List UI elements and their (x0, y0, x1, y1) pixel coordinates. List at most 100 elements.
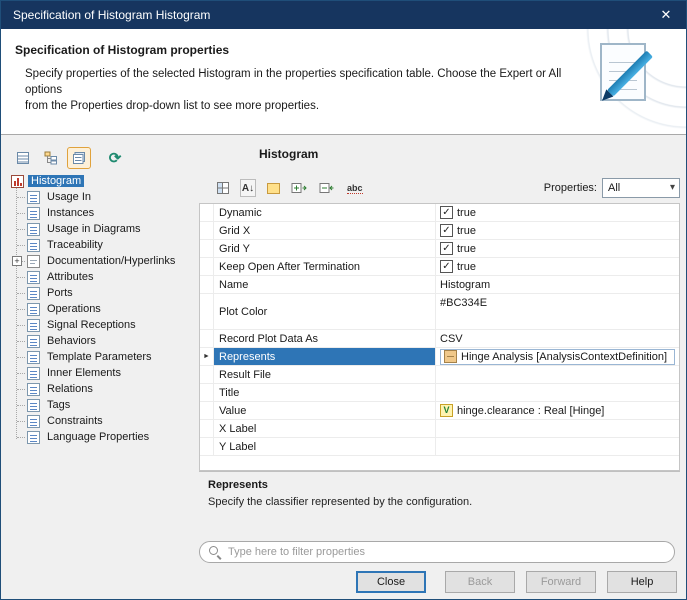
checkbox-icon[interactable]: ✓ (440, 224, 453, 237)
property-row-plot-color[interactable]: Plot Color#BC334E (200, 294, 679, 330)
property-row-y-label[interactable]: Y Label (200, 438, 679, 456)
help-button[interactable]: Help (607, 571, 677, 593)
property-name-label: Record Plot Data As (219, 333, 318, 345)
analysis-context-icon (444, 350, 457, 363)
property-value[interactable] (436, 438, 679, 455)
description-title: Represents (208, 479, 671, 491)
close-button[interactable]: Close (356, 571, 426, 593)
property-name: Dynamic (214, 204, 436, 221)
list-icon (27, 431, 40, 444)
tree-item-relations[interactable]: Relations (9, 381, 195, 397)
columns-view-icon[interactable] (11, 147, 35, 169)
tree-item-label: Usage in Diagrams (44, 223, 144, 235)
selected-row-marker-icon: ► (200, 348, 214, 365)
tree-item-instances[interactable]: Instances (9, 205, 195, 221)
tree-item-inner-elements[interactable]: Inner Elements (9, 365, 195, 381)
tree-view-icon[interactable] (39, 147, 63, 169)
property-name: Represents (214, 348, 436, 365)
tree-item-language-properties[interactable]: Language Properties (9, 429, 195, 445)
expand-nodes-icon[interactable] (290, 179, 309, 197)
specification-dialog: Specification of Histogram Histogram ✕ S… (0, 0, 687, 600)
property-value[interactable]: ✓true (436, 222, 679, 239)
tree-item-usage-in-diagrams[interactable]: Usage in Diagrams (9, 221, 195, 237)
description-panel: Represents Specify the classifier repres… (199, 471, 680, 533)
groups-view-icon[interactable] (67, 147, 91, 169)
property-value-text: CSV (440, 333, 463, 345)
property-value-text: true (457, 243, 476, 255)
forward-button: Forward (526, 571, 596, 593)
tree-item-behaviors[interactable]: Behaviors (9, 333, 195, 349)
property-row-result-file[interactable]: Result File (200, 366, 679, 384)
property-row-keep-open-after-termination[interactable]: Keep Open After Termination✓true (200, 258, 679, 276)
tree-item-documentation-hyperlinks[interactable]: +Documentation/Hyperlinks (9, 253, 195, 269)
property-value[interactable] (436, 366, 679, 383)
property-name-label: Title (219, 387, 239, 399)
filter-box[interactable] (199, 541, 675, 563)
tree-item-attributes[interactable]: Attributes (9, 269, 195, 285)
property-row-x-label[interactable]: X Label (200, 420, 679, 438)
tree-item-signal-receptions[interactable]: Signal Receptions (9, 317, 195, 333)
property-row-represents[interactable]: ►RepresentsHinge Analysis [AnalysisConte… (200, 348, 679, 366)
filter-input[interactable] (228, 546, 665, 558)
property-name-label: Grid Y (219, 243, 250, 255)
property-value[interactable]: Vhinge.clearance : Real [Hinge] (436, 402, 679, 419)
categorized-view-icon[interactable] (265, 179, 281, 197)
sort-alphabetically-icon[interactable]: A↓ (240, 179, 256, 197)
property-value[interactable]: #BC334E (436, 294, 679, 329)
list-icon (27, 367, 40, 380)
tree-item-operations[interactable]: Operations (9, 301, 195, 317)
property-value[interactable]: ✓ true (436, 240, 679, 257)
property-row-record-plot-data-as[interactable]: Record Plot Data As CSV (200, 330, 679, 348)
doc-icon (27, 255, 40, 268)
property-value[interactable]: Histogram (436, 276, 679, 293)
property-row-name[interactable]: NameHistogram (200, 276, 679, 294)
property-value[interactable]: Hinge Analysis [AnalysisContextDefinitio… (436, 348, 679, 365)
tree-item-histogram[interactable]: Histogram (9, 173, 195, 189)
collapse-nodes-icon[interactable] (318, 179, 337, 197)
tree-item-template-parameters[interactable]: Template Parameters (9, 349, 195, 365)
property-value[interactable]: ✓true (436, 258, 679, 275)
checkbox-icon[interactable]: ✓ (440, 242, 453, 255)
name-value-columns-icon[interactable] (215, 179, 231, 197)
property-name-label: Y Label (219, 441, 256, 453)
property-value[interactable]: ✓true (436, 204, 679, 221)
chevron-down-icon: ▾ (670, 182, 675, 193)
property-row-grid-x[interactable]: Grid X ✓true (200, 222, 679, 240)
list-icon (27, 239, 40, 252)
list-icon (27, 303, 40, 316)
row-marker (200, 240, 214, 257)
property-value[interactable] (436, 384, 679, 401)
close-icon[interactable]: ✕ (646, 1, 686, 29)
tree-item-usage-in[interactable]: Usage In (9, 189, 195, 205)
tree-item-traceability[interactable]: Traceability (9, 237, 195, 253)
element-value-box[interactable]: Hinge Analysis [AnalysisContextDefinitio… (440, 349, 675, 365)
property-row-title[interactable]: Title (200, 384, 679, 402)
property-row-value[interactable]: ValueVhinge.clearance : Real [Hinge] (200, 402, 679, 420)
property-name-label: Grid X (219, 225, 250, 237)
spelling-icon[interactable]: abc (346, 179, 364, 197)
expander-plus-icon[interactable]: + (12, 256, 22, 266)
header-artwork (556, 29, 686, 134)
tree-item-constraints[interactable]: Constraints (9, 413, 195, 429)
property-value[interactable]: CSV (436, 330, 679, 347)
property-row-dynamic[interactable]: Dynamic✓true (200, 204, 679, 222)
tree-item-tags[interactable]: Tags (9, 397, 195, 413)
property-name: Y Label (214, 438, 436, 455)
properties-dropdown[interactable]: All ▾ (602, 178, 680, 198)
refresh-icon[interactable]: ⟳ (103, 147, 127, 169)
checkbox-icon[interactable]: ✓ (440, 206, 453, 219)
list-icon (27, 191, 40, 204)
tree-item-label: Constraints (44, 415, 106, 427)
checkbox-icon[interactable]: ✓ (440, 260, 453, 273)
spec-tree: HistogramUsage InInstances Usage in Diagr… (9, 173, 195, 455)
title-bar[interactable]: Specification of Histogram Histogram ✕ (1, 1, 686, 29)
tree-item-ports[interactable]: Ports (9, 285, 195, 301)
description-text: Specify the classifier represented by th… (208, 496, 671, 508)
property-value[interactable] (436, 420, 679, 437)
row-marker (200, 204, 214, 221)
property-name: Keep Open After Termination (214, 258, 436, 275)
property-row-grid-y[interactable]: Grid Y ✓ true (200, 240, 679, 258)
histogram-icon (11, 175, 24, 188)
property-name: Result File (214, 366, 436, 383)
spell-glyph: abc (347, 183, 363, 194)
